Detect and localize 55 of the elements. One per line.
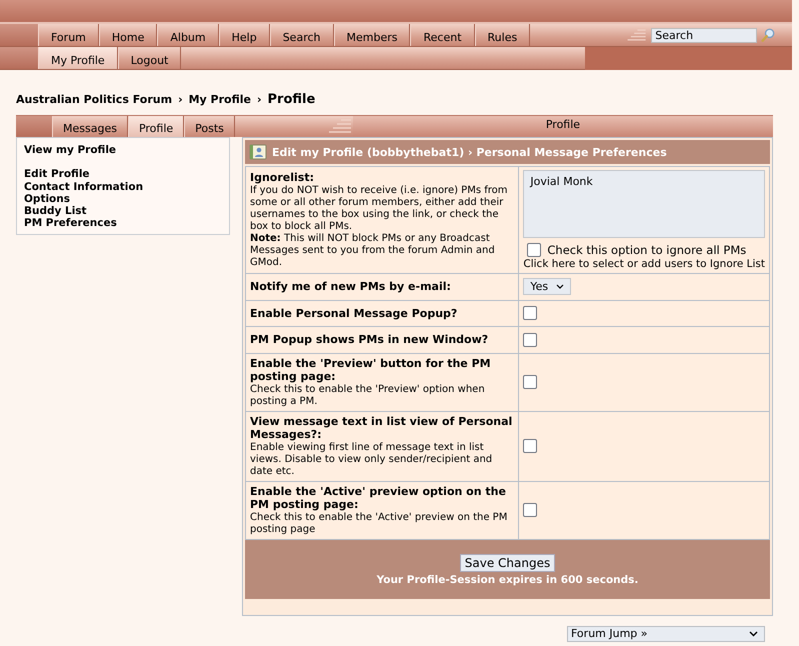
nav-tab[interactable]: My Profile bbox=[38, 47, 118, 69]
checkbox[interactable] bbox=[527, 243, 542, 257]
setting-label: Enable the 'Active' preview option on the PM posting page: bbox=[250, 484, 507, 512]
search-field[interactable]: Search bbox=[651, 28, 758, 42]
nav-tab[interactable]: Help bbox=[218, 24, 270, 46]
setting-label: PM Popup shows PMs in new Window? bbox=[250, 333, 490, 346]
setting-label: View message text in list view of Personal Messages?: bbox=[250, 414, 514, 442]
checkbox[interactable] bbox=[523, 439, 538, 453]
sidebar-link[interactable]: PM Preferences bbox=[24, 217, 117, 230]
breadcrumb-separator: › bbox=[178, 93, 183, 106]
save-changes-button[interactable]: Save Changes bbox=[460, 554, 556, 572]
setting-label: Enable Personal Message Popup? bbox=[250, 306, 458, 320]
checkbox[interactable] bbox=[523, 306, 538, 320]
caret-icon bbox=[556, 284, 564, 290]
session-notice: Your Profile-Session expires in 600 seconds. bbox=[376, 574, 638, 586]
sidebar-link[interactable]: Contact Information bbox=[24, 180, 144, 193]
sidebar-link[interactable]: Options bbox=[24, 192, 70, 206]
caret-icon bbox=[749, 630, 758, 636]
nav-tab[interactable]: Rules bbox=[474, 24, 530, 46]
sidebar-link[interactable]: View my Profile bbox=[24, 144, 116, 156]
breadcrumb-link[interactable]: My Profile bbox=[188, 93, 251, 106]
page-title: Profile bbox=[268, 92, 316, 107]
setting-description: If you do NOT wish to receive (i.e. ignore) PMs from some or all other forum members, either add their usernames to the box using the link, or check the box to block all PMs. bbox=[250, 184, 508, 233]
setting-label: Enable the 'Preview' button for the PM posting page: bbox=[250, 356, 492, 384]
address-book-icon bbox=[249, 144, 267, 160]
nav-tab[interactable]: Album bbox=[157, 24, 219, 46]
setting-label: Ignorelist: bbox=[250, 171, 315, 185]
yes-no-dropdown[interactable]: Yes bbox=[523, 278, 572, 296]
checkbox[interactable] bbox=[523, 503, 538, 517]
nav-tab[interactable]: Home bbox=[98, 24, 158, 46]
tab-bar-corner bbox=[0, 47, 38, 69]
forum-jump-dropdown[interactable]: Forum Jump » bbox=[567, 626, 765, 642]
setting-label: Notify me of new PMs by e-mail: bbox=[250, 280, 452, 294]
profile-tab[interactable]: Profile bbox=[128, 116, 184, 137]
panel-heading: Edit my Profile (bobbythebat1) › Personal Message Preferences bbox=[272, 146, 667, 158]
nav-tab[interactable]: Search bbox=[270, 24, 334, 46]
breadcrumb-separator: › bbox=[256, 93, 262, 106]
sidebar-link[interactable]: Buddy List bbox=[24, 205, 87, 218]
ignore-list-link[interactable]: Click here to select or add users to Ignore List bbox=[523, 258, 765, 270]
setting-note: Note: This will NOT block PMs or any Broadcast Messages sent to you from the forum Admin and GMod. bbox=[250, 232, 496, 269]
checkbox-label: Check this option to ignore all PMs bbox=[547, 243, 746, 257]
nav-tab[interactable]: Logout bbox=[118, 47, 182, 69]
nav-tab[interactable]: Recent bbox=[410, 24, 475, 46]
setting-description: Enable viewing first line of message text in list views. Disable to view only sender/recipient and date etc. bbox=[250, 442, 494, 478]
tab-bar-corner bbox=[0, 24, 38, 46]
checkbox[interactable] bbox=[523, 375, 538, 389]
tab-bar-corner bbox=[16, 116, 52, 137]
breadcrumb-link[interactable]: Australian Politics Forum bbox=[16, 93, 172, 106]
checkbox[interactable] bbox=[523, 332, 538, 347]
nav-tab[interactable]: Members bbox=[334, 24, 410, 46]
setting-description: Check this to enable the 'Active' preview on the PM posting page bbox=[250, 512, 508, 536]
nav-tab[interactable]: Forum bbox=[38, 24, 99, 46]
ignore-list-field[interactable]: Jovial Monk bbox=[523, 170, 765, 238]
sidebar-link[interactable]: Edit Profile bbox=[24, 168, 90, 181]
setting-description: Check this to enable the 'Preview' option when posting a PM. bbox=[250, 384, 486, 408]
